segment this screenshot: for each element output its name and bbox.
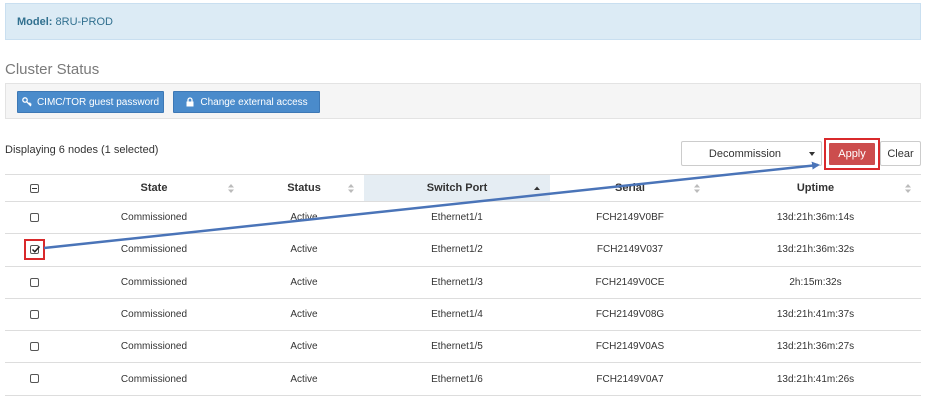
key-icon — [22, 97, 32, 107]
cell-switch-port: Ethernet1/4 — [364, 298, 550, 332]
cell-state: Commissioned — [64, 201, 244, 235]
row-checkbox[interactable] — [30, 277, 39, 287]
cell-status: Active — [244, 362, 364, 396]
apply-highlight: Apply — [824, 138, 880, 170]
header-state[interactable]: State — [64, 174, 244, 202]
header-serial-label: Serial — [615, 182, 645, 194]
cell-serial: FCH2149V037 — [550, 233, 710, 267]
cluster-toolbar: CIMC/TOR guest password Change external … — [5, 83, 921, 119]
row-checkbox[interactable] — [30, 374, 39, 384]
header-state-label: State — [140, 182, 168, 194]
sort-icon — [348, 184, 354, 193]
cell-serial: FCH2149V0BF — [550, 201, 710, 235]
sort-icon — [694, 184, 700, 193]
cell-uptime: 13d:21h:36m:27s — [710, 330, 921, 364]
table-row[interactable]: Commissioned Active Ethernet1/1 FCH2149V… — [5, 201, 921, 235]
header-switch-port[interactable]: Switch Port — [364, 174, 550, 202]
row-checkbox-cell — [5, 330, 64, 364]
cell-uptime: 13d:21h:41m:26s — [710, 362, 921, 396]
cell-state: Commissioned — [64, 362, 244, 396]
cell-status: Active — [244, 266, 364, 299]
cell-state: Commissioned — [64, 298, 244, 332]
node-count-text: Displaying 6 nodes (1 selected) — [5, 144, 159, 156]
row-checkbox[interactable] — [30, 213, 39, 222]
table-row[interactable]: Commissioned Active Ethernet1/6 FCH2149V… — [5, 362, 921, 396]
row-checkbox[interactable] — [30, 245, 40, 255]
cell-switch-port: Ethernet1/2 — [364, 233, 550, 267]
cell-status: Active — [244, 201, 364, 235]
cell-uptime: 13d:21h:41m:37s — [710, 298, 921, 332]
action-select-value: Decommission — [708, 148, 782, 160]
row-checkbox[interactable] — [30, 342, 39, 352]
cell-status: Active — [244, 233, 364, 267]
sort-icon — [905, 184, 911, 193]
cell-serial: FCH2149V0AS — [550, 330, 710, 364]
caret-down-icon — [809, 152, 815, 156]
header-serial[interactable]: Serial — [550, 174, 710, 202]
change-external-access-button[interactable]: Change external access — [173, 91, 320, 113]
nodes-table: State Status Switch Port Serial Uptime C… — [5, 174, 921, 396]
cell-serial: FCH2149V08G — [550, 298, 710, 332]
row-checkbox-cell — [5, 201, 64, 235]
header-status[interactable]: Status — [244, 174, 364, 202]
row-checkbox-cell — [5, 362, 64, 396]
row-checkbox-cell — [5, 233, 64, 267]
model-label: Model: — [17, 16, 53, 28]
header-switch-port-label: Switch Port — [426, 182, 488, 194]
lock-icon — [186, 97, 194, 107]
action-select[interactable]: Decommission — [681, 141, 822, 166]
cell-uptime: 13d:21h:36m:14s — [710, 201, 921, 235]
cell-switch-port: Ethernet1/1 — [364, 201, 550, 235]
table-row[interactable]: Commissioned Active Ethernet1/5 FCH2149V… — [5, 330, 921, 364]
cell-state: Commissioned — [64, 330, 244, 364]
model-text: Model: 8RU-PROD — [17, 16, 113, 28]
cell-status: Active — [244, 330, 364, 364]
cell-switch-port: Ethernet1/5 — [364, 330, 550, 364]
cell-status: Active — [244, 298, 364, 332]
row-checkbox-cell — [5, 298, 64, 332]
sort-ascending-icon — [534, 186, 540, 190]
cell-serial: FCH2149V0A7 — [550, 362, 710, 396]
cell-serial: FCH2149V0CE — [550, 266, 710, 299]
row-checkbox[interactable] — [30, 309, 39, 319]
header-status-label: Status — [287, 182, 321, 194]
table-row[interactable]: Commissioned Active Ethernet1/4 FCH2149V… — [5, 298, 921, 332]
checkbox-highlight — [24, 239, 45, 261]
apply-button[interactable]: Apply — [829, 143, 875, 165]
table-header-row: State Status Switch Port Serial Uptime — [5, 174, 921, 202]
cimc-tor-password-button[interactable]: CIMC/TOR guest password — [17, 91, 164, 113]
cell-state: Commissioned — [64, 266, 244, 299]
cell-switch-port: Ethernet1/3 — [364, 266, 550, 299]
select-all-checkbox[interactable] — [30, 183, 39, 193]
cell-uptime: 2h:15m:32s — [710, 266, 921, 299]
header-uptime-label: Uptime — [796, 182, 835, 194]
row-checkbox-cell — [5, 266, 64, 299]
model-banner: Model: 8RU-PROD — [5, 3, 921, 40]
sort-icon — [228, 184, 234, 193]
check-icon — [31, 246, 40, 254]
cimc-tor-password-label: CIMC/TOR guest password — [36, 96, 160, 108]
header-uptime[interactable]: Uptime — [710, 174, 921, 202]
table-row[interactable]: Commissioned Active Ethernet1/2 FCH2149V… — [5, 233, 921, 267]
page-title: Cluster Status — [5, 61, 100, 78]
cell-state: Commissioned — [64, 233, 244, 267]
clear-button[interactable]: Clear — [880, 141, 921, 166]
model-value: 8RU-PROD — [55, 16, 113, 28]
table-row[interactable]: Commissioned Active Ethernet1/3 FCH2149V… — [5, 266, 921, 299]
change-external-access-label: Change external access — [200, 96, 308, 108]
cell-switch-port: Ethernet1/6 — [364, 362, 550, 396]
cell-uptime: 13d:21h:36m:32s — [710, 233, 921, 267]
select-all-header — [5, 174, 64, 202]
